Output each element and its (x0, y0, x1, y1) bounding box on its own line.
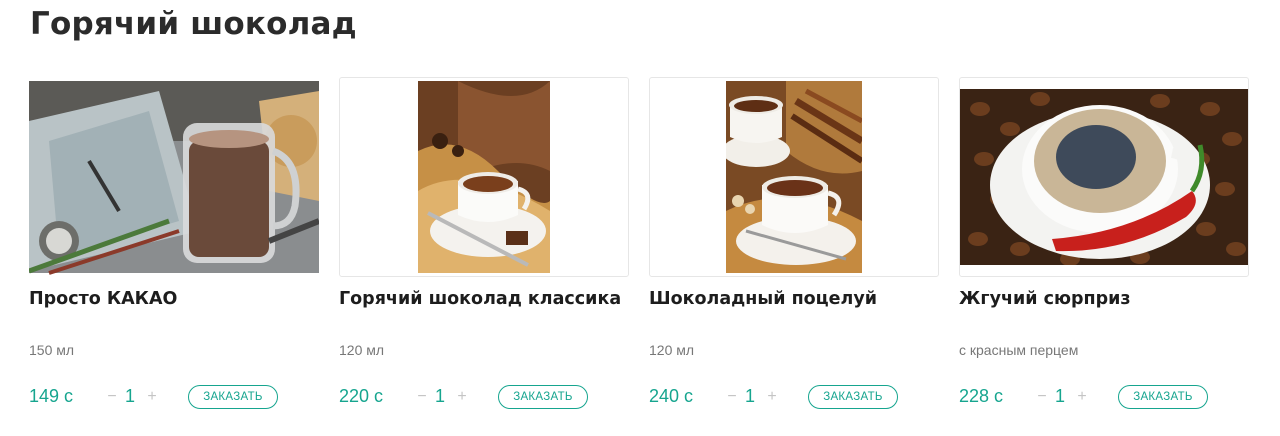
quantity-increase-button[interactable]: + (765, 388, 779, 406)
order-button[interactable]: ЗАКАЗАТЬ (188, 385, 278, 409)
product-price: 220 с (339, 386, 384, 406)
quantity-value: 1 (1054, 386, 1065, 406)
product-card: Просто КАКАО 150 мл 149 с − 1 + ЗАКАЗАТЬ (29, 77, 319, 417)
product-image-cocoa[interactable] (29, 77, 319, 277)
quantity-value: 1 (744, 386, 755, 406)
product-image-chocolate-kiss[interactable] (649, 77, 939, 277)
product-card: Жгучий сюрприз с красным перцем 228 с − … (959, 77, 1249, 417)
product-grid: Просто КАКАО 150 мл 149 с − 1 + ЗАКАЗАТЬ (29, 77, 1251, 417)
product-description: 120 мл (649, 342, 695, 358)
quantity-decrease-button[interactable]: − (725, 388, 739, 406)
product-card: Горячий шоколад классика 120 мл 220 с − … (339, 77, 629, 417)
page-title: Горячий шоколад (30, 6, 357, 42)
quantity-increase-button[interactable]: + (145, 388, 159, 406)
product-description: 150 мл (29, 342, 75, 358)
quantity-value: 1 (124, 386, 135, 406)
product-name[interactable]: Жгучий сюрприз (959, 289, 1131, 309)
product-name[interactable]: Горячий шоколад классика (339, 289, 621, 309)
order-button[interactable]: ЗАКАЗАТЬ (808, 385, 898, 409)
product-image-hot-surprise[interactable] (959, 77, 1249, 277)
product-name[interactable]: Шоколадный поцелуй (649, 289, 877, 309)
quantity-value: 1 (434, 386, 445, 406)
quantity-increase-button[interactable]: + (455, 388, 469, 406)
product-price: 228 с (959, 386, 1004, 406)
product-description: 120 мл (339, 342, 385, 358)
product-price: 240 с (649, 386, 694, 406)
product-card: Шоколадный поцелуй 120 мл 240 с − 1 + ЗА… (649, 77, 939, 417)
quantity-decrease-button[interactable]: − (1035, 388, 1049, 406)
quantity-decrease-button[interactable]: − (105, 388, 119, 406)
order-button[interactable]: ЗАКАЗАТЬ (1118, 385, 1208, 409)
product-description: с красным перцем (959, 342, 1079, 358)
quantity-increase-button[interactable]: + (1075, 388, 1089, 406)
product-name[interactable]: Просто КАКАО (29, 289, 177, 309)
product-price: 149 с (29, 386, 74, 406)
quantity-decrease-button[interactable]: − (415, 388, 429, 406)
order-button[interactable]: ЗАКАЗАТЬ (498, 385, 588, 409)
product-image-hot-chocolate[interactable] (339, 77, 629, 277)
